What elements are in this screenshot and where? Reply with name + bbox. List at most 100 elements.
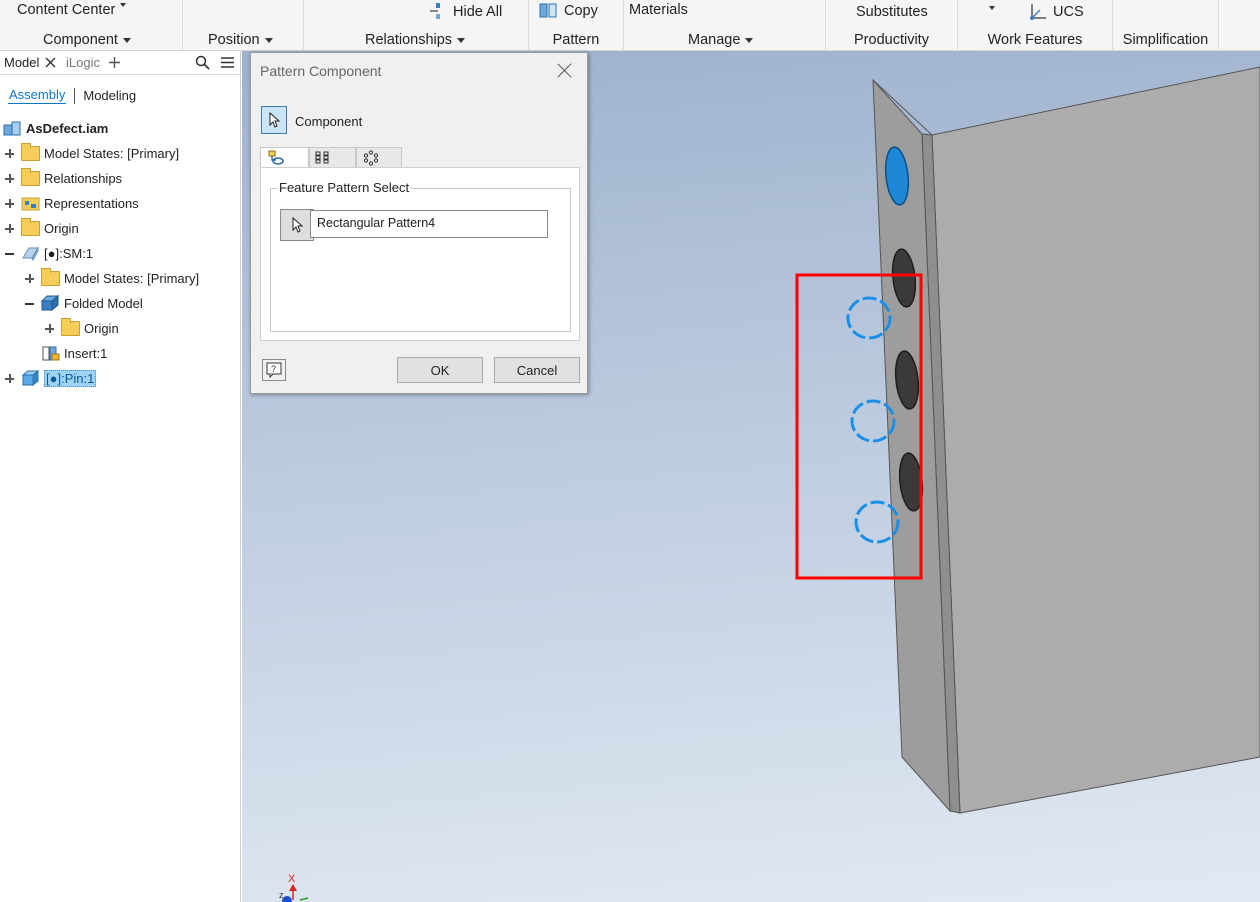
tree-item-origin[interactable]: Origin bbox=[21, 217, 79, 238]
tree-item-label: Insert:1 bbox=[64, 345, 108, 361]
position-label: Position bbox=[208, 32, 260, 48]
search-icon[interactable] bbox=[195, 55, 210, 70]
close-icon[interactable] bbox=[45, 57, 56, 68]
folder-icon bbox=[41, 267, 60, 286]
collapse-icon[interactable] bbox=[5, 249, 14, 258]
ribbon: Content Center Component Position Hide A… bbox=[0, 0, 1260, 51]
associative-pattern-icon bbox=[268, 150, 284, 165]
assembly-icon bbox=[3, 121, 21, 136]
circular-pattern-icon bbox=[363, 150, 379, 166]
content-center-label: Content Center bbox=[17, 2, 116, 18]
tab-content: Feature Pattern Select bbox=[260, 167, 580, 341]
svg-text:?: ? bbox=[271, 364, 276, 374]
tree-item-representations[interactable]: Representations bbox=[21, 193, 139, 213]
chevron-down-icon bbox=[457, 37, 466, 43]
cancel-button[interactable]: Cancel bbox=[494, 357, 580, 383]
divider bbox=[74, 87, 76, 104]
subtab-assembly[interactable]: Assembly bbox=[8, 87, 67, 104]
tree-item-folded-origin[interactable]: Origin bbox=[61, 317, 119, 338]
view-triad: X z bbox=[279, 873, 309, 902]
help-button[interactable]: ? bbox=[262, 359, 286, 381]
substitutes-label: Substitutes bbox=[856, 4, 928, 20]
folder-icon bbox=[61, 317, 80, 336]
simplification-group: Simplification bbox=[1113, 0, 1219, 51]
tab-associative[interactable] bbox=[260, 147, 309, 168]
tree-item-sm-model-states[interactable]: Model States: [Primary] bbox=[41, 267, 200, 288]
expand-icon[interactable] bbox=[5, 149, 14, 158]
insert-constraint-icon bbox=[42, 346, 60, 361]
hide-all-label: Hide All bbox=[453, 4, 503, 20]
expand-icon[interactable] bbox=[45, 324, 54, 333]
tree-item-label: Representations bbox=[44, 195, 139, 211]
copy-button[interactable]: Copy bbox=[539, 2, 598, 20]
expand-icon[interactable] bbox=[5, 374, 14, 383]
productivity-label: Productivity bbox=[854, 32, 929, 48]
tree-item-label: Model States: [Primary] bbox=[64, 270, 200, 286]
relationships-menu[interactable]: Relationships bbox=[365, 32, 528, 48]
materials-button[interactable]: Materials bbox=[629, 2, 688, 18]
pattern-label: Pattern bbox=[552, 32, 600, 48]
relationships-group: Hide All Relationships bbox=[304, 0, 529, 51]
expand-icon[interactable] bbox=[5, 224, 14, 233]
tab-circular[interactable] bbox=[356, 147, 402, 167]
cursor-arrow-icon bbox=[292, 217, 304, 233]
representations-icon bbox=[21, 197, 40, 211]
tree-item-label: Origin bbox=[84, 320, 119, 336]
component-select-button[interactable] bbox=[261, 106, 287, 134]
rectangular-pattern-icon bbox=[315, 151, 329, 164]
tree-item-label: AsDefect.iam bbox=[26, 120, 109, 136]
position-menu[interactable]: Position bbox=[208, 32, 303, 48]
simplification-label: Simplification bbox=[1122, 32, 1209, 48]
feature-pattern-field[interactable]: Rectangular Pattern4 bbox=[310, 210, 548, 238]
close-icon[interactable] bbox=[557, 62, 573, 78]
hide-all-icon bbox=[430, 3, 440, 19]
folded-model-icon bbox=[41, 295, 60, 311]
relationships-label: Relationships bbox=[365, 32, 453, 48]
menu-icon[interactable] bbox=[220, 56, 235, 69]
tab-ilogic[interactable]: iLogic bbox=[66, 55, 100, 70]
component-menu[interactable]: Component bbox=[43, 32, 182, 48]
tree-item-sm-1[interactable]: [●]:SM:1 bbox=[21, 243, 93, 263]
chevron-down-icon[interactable] bbox=[989, 6, 995, 10]
substitutes-button[interactable]: Substitutes bbox=[856, 4, 928, 20]
feature-pattern-select-button[interactable] bbox=[280, 209, 314, 241]
tree-item-label: [●]:SM:1 bbox=[44, 245, 94, 261]
cursor-arrow-icon bbox=[269, 112, 281, 128]
tab-rectangular[interactable] bbox=[309, 147, 356, 167]
expand-icon[interactable] bbox=[25, 274, 34, 283]
collapse-icon[interactable] bbox=[25, 299, 34, 308]
tree-item-insert-1[interactable]: Insert:1 bbox=[41, 343, 107, 363]
feature-pattern-select-title: Feature Pattern Select bbox=[277, 180, 412, 195]
hide-all-button[interactable]: Hide All bbox=[428, 2, 502, 22]
ucs-button[interactable]: UCS bbox=[1028, 2, 1084, 22]
tab-model[interactable]: Model bbox=[4, 55, 39, 70]
part-icon bbox=[21, 370, 40, 386]
model-browser: Model iLogic Assembly Modeling AsDefect.… bbox=[0, 51, 241, 902]
expand-icon[interactable] bbox=[5, 199, 14, 208]
tree-item-model-states[interactable]: Model States: [Primary] bbox=[21, 142, 180, 163]
dialog-title: Pattern Component bbox=[260, 63, 382, 79]
svg-text:z: z bbox=[279, 890, 284, 900]
tree-item-root-assembly[interactable]: AsDefect.iam bbox=[3, 118, 108, 138]
browser-tabs: Model iLogic bbox=[0, 51, 241, 75]
content-center-button[interactable]: Content Center bbox=[17, 2, 115, 18]
manage-menu[interactable]: Manage bbox=[688, 32, 825, 48]
component-label: Component bbox=[295, 114, 363, 129]
tree-item-pin-1[interactable]: [●]:Pin:1 bbox=[21, 368, 97, 388]
manage-label: Manage bbox=[688, 32, 741, 48]
tree-item-relationships[interactable]: Relationships bbox=[21, 167, 122, 188]
expand-icon[interactable] bbox=[5, 174, 14, 183]
tree-item-label: Model States: [Primary] bbox=[44, 145, 180, 161]
ok-button[interactable]: OK bbox=[397, 357, 483, 383]
add-tab-icon[interactable] bbox=[109, 57, 120, 68]
subtab-modeling[interactable]: Modeling bbox=[83, 88, 136, 103]
component-label: Component bbox=[43, 32, 118, 48]
chevron-down-icon bbox=[264, 37, 273, 43]
folder-icon bbox=[21, 217, 40, 236]
tree-item-folded-model[interactable]: Folded Model bbox=[41, 293, 143, 313]
position-group: Position bbox=[183, 0, 304, 51]
work-features-label: Work Features bbox=[987, 32, 1083, 48]
sheet-metal-part-icon bbox=[22, 246, 39, 261]
manage-group: Materials Manage bbox=[624, 0, 826, 51]
chevron-down-icon[interactable] bbox=[120, 3, 126, 7]
